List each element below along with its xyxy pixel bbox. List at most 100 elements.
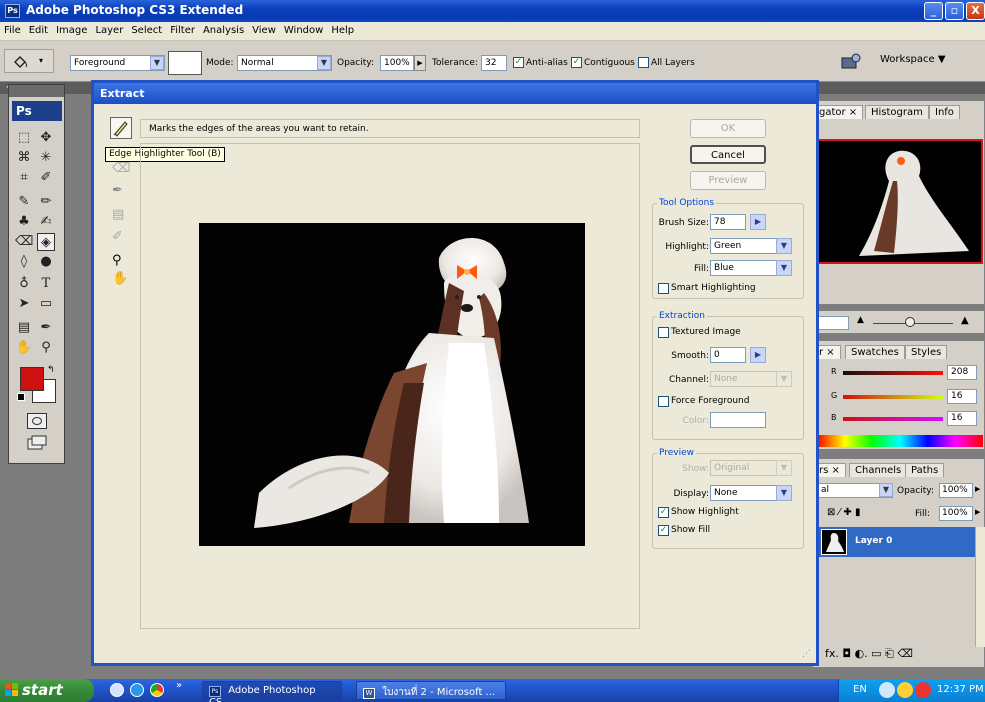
preview-button[interactable]: Preview: [690, 171, 766, 190]
tab-navigator[interactable]: gator ×: [813, 105, 864, 119]
tray-app-icon[interactable]: [897, 682, 913, 698]
zoom-tool-icon[interactable]: ⚲: [112, 253, 122, 268]
crop-tool-icon[interactable]: ⌗: [15, 169, 33, 187]
textured-image-checkbox[interactable]: [658, 327, 669, 338]
eraser-tool-icon[interactable]: ⌫: [112, 161, 130, 176]
pen-tool-icon[interactable]: ♁: [15, 275, 33, 293]
red-value-input[interactable]: 208: [947, 365, 977, 380]
tolerance-input[interactable]: 32: [481, 55, 507, 71]
menu-analysis[interactable]: Analysis: [199, 22, 248, 36]
quick-launch-show-desktop-icon[interactable]: [110, 683, 124, 697]
bridge-icon[interactable]: [840, 53, 862, 71]
menu-image[interactable]: Image: [52, 22, 91, 36]
show-fill-checkbox[interactable]: ✓: [658, 525, 669, 536]
smart-highlighting-checkbox[interactable]: [658, 283, 669, 294]
red-slider-track[interactable]: [843, 371, 943, 375]
lock-icons[interactable]: ⊠ ⁄ ✚ ▮: [827, 507, 860, 518]
layer-buttons-icons[interactable]: fx. ◘ ◐. ▭ ⎗ ⌫: [825, 647, 913, 661]
mode-select[interactable]: Normal ▼: [237, 55, 332, 71]
swap-colors-icon[interactable]: ↰: [47, 365, 55, 375]
screen-mode-icon[interactable]: [27, 435, 47, 451]
tray-security-icon[interactable]: [915, 682, 931, 698]
eraser-tool-icon[interactable]: ⌫: [15, 233, 33, 251]
menu-file[interactable]: File: [0, 22, 25, 36]
menu-edit[interactable]: Edit: [25, 22, 52, 36]
quick-launch-expand-icon[interactable]: »: [176, 680, 182, 691]
layer-opacity-input[interactable]: 100%: [939, 483, 973, 498]
workspace-menu[interactable]: Workspace ▼: [880, 54, 946, 65]
language-indicator[interactable]: EN: [853, 684, 867, 695]
navigator-thumbnail[interactable]: [817, 139, 983, 264]
history-brush-tool-icon[interactable]: ✍: [37, 213, 55, 231]
anti-alias-checkbox[interactable]: ✓: [513, 57, 524, 68]
magic-wand-tool-icon[interactable]: ✳: [37, 149, 55, 167]
layers-scrollbar[interactable]: [975, 527, 985, 647]
brush-size-input[interactable]: 78: [710, 214, 746, 230]
tray-network-icon[interactable]: [879, 682, 895, 698]
eyedropper-tool-icon[interactable]: ▤: [112, 207, 124, 222]
quick-mask-icon[interactable]: [27, 413, 47, 429]
edge-highlighter-tool-icon[interactable]: [110, 117, 132, 139]
show-highlight-checkbox[interactable]: ✓: [658, 507, 669, 518]
menu-view[interactable]: View: [248, 22, 280, 36]
zoom-slider-thumb[interactable]: [905, 317, 915, 327]
layer-fill-input[interactable]: 100%: [939, 506, 973, 521]
zoom-input[interactable]: [817, 316, 849, 330]
menu-filter[interactable]: Filter: [166, 22, 199, 36]
rectangle-tool-icon[interactable]: ▭: [37, 295, 55, 313]
blue-value-input[interactable]: 16: [947, 411, 977, 426]
brush-tool-icon[interactable]: ✏: [37, 193, 55, 211]
resize-grip-icon[interactable]: ⋰: [802, 649, 811, 659]
tab-histogram[interactable]: Histogram: [865, 105, 929, 119]
tool-preset-picker[interactable]: ▾: [4, 49, 54, 73]
tab-info[interactable]: Info: [929, 105, 960, 119]
start-button[interactable]: start: [0, 679, 94, 702]
opacity-slider-arrow-icon[interactable]: ▶: [414, 55, 426, 71]
ok-button[interactable]: OK: [690, 119, 766, 138]
fill-tool-icon[interactable]: ✒: [112, 183, 123, 198]
preview-image[interactable]: [199, 223, 585, 546]
clone-stamp-tool-icon[interactable]: ♣: [15, 213, 33, 231]
maximize-button[interactable]: ▫: [945, 2, 964, 20]
dodge-tool-icon[interactable]: ●: [37, 253, 55, 271]
default-colors-icon[interactable]: [17, 393, 25, 401]
tab-styles[interactable]: Styles: [905, 345, 948, 359]
smooth-slider-arrow[interactable]: ▶: [750, 347, 766, 363]
path-selection-tool-icon[interactable]: ➤: [15, 295, 33, 313]
taskbar-item-word[interactable]: W ใบงานที่ 2 - Microsoft ...: [356, 681, 506, 700]
green-slider-track[interactable]: [843, 395, 943, 399]
opacity-input[interactable]: 100%: [380, 55, 414, 71]
contiguous-checkbox[interactable]: ✓: [571, 57, 582, 68]
type-tool-icon[interactable]: T: [37, 275, 55, 293]
pattern-picker[interactable]: [168, 51, 202, 75]
zoom-in-icon[interactable]: ▲: [961, 315, 969, 326]
paint-bucket-tool-icon[interactable]: ◈: [37, 233, 55, 251]
hand-tool-icon[interactable]: ✋: [112, 271, 128, 286]
slice-tool-icon[interactable]: ✐: [37, 169, 55, 187]
taskbar-item-photoshop[interactable]: Ps Adobe Photoshop CS...: [202, 681, 342, 702]
notes-tool-icon[interactable]: ▤: [15, 319, 33, 337]
opacity-arrow-icon[interactable]: ▶: [975, 485, 980, 493]
lasso-tool-icon[interactable]: ⌘: [15, 149, 33, 167]
layer-row[interactable]: Layer 0: [817, 527, 975, 557]
close-button[interactable]: X: [966, 2, 985, 20]
cancel-button[interactable]: Cancel: [690, 145, 766, 164]
zoom-out-icon[interactable]: ▲: [857, 315, 864, 325]
eyedropper-tool-icon[interactable]: ✒: [37, 319, 55, 337]
cleanup-tool-icon[interactable]: ✐: [112, 229, 123, 244]
minimize-button[interactable]: _: [924, 2, 943, 20]
hand-tool-icon[interactable]: ✋: [15, 339, 33, 357]
force-foreground-checkbox[interactable]: [658, 396, 669, 407]
color-spectrum-bar[interactable]: [817, 435, 983, 447]
healing-brush-tool-icon[interactable]: ✎: [15, 193, 33, 211]
fill-source-select[interactable]: Foreground ▼: [70, 55, 165, 71]
menu-window[interactable]: Window: [280, 22, 327, 36]
tab-paths[interactable]: Paths: [905, 463, 945, 477]
quick-launch-chrome-icon[interactable]: [150, 683, 164, 697]
move-tool-icon[interactable]: ✥: [37, 129, 55, 147]
blue-slider-track[interactable]: [843, 417, 943, 421]
clock[interactable]: 12:37 PM: [937, 684, 984, 695]
fill-arrow-icon[interactable]: ▶: [975, 508, 980, 516]
marquee-tool-icon[interactable]: ⬚: [15, 129, 33, 147]
smooth-input[interactable]: 0: [710, 347, 746, 363]
